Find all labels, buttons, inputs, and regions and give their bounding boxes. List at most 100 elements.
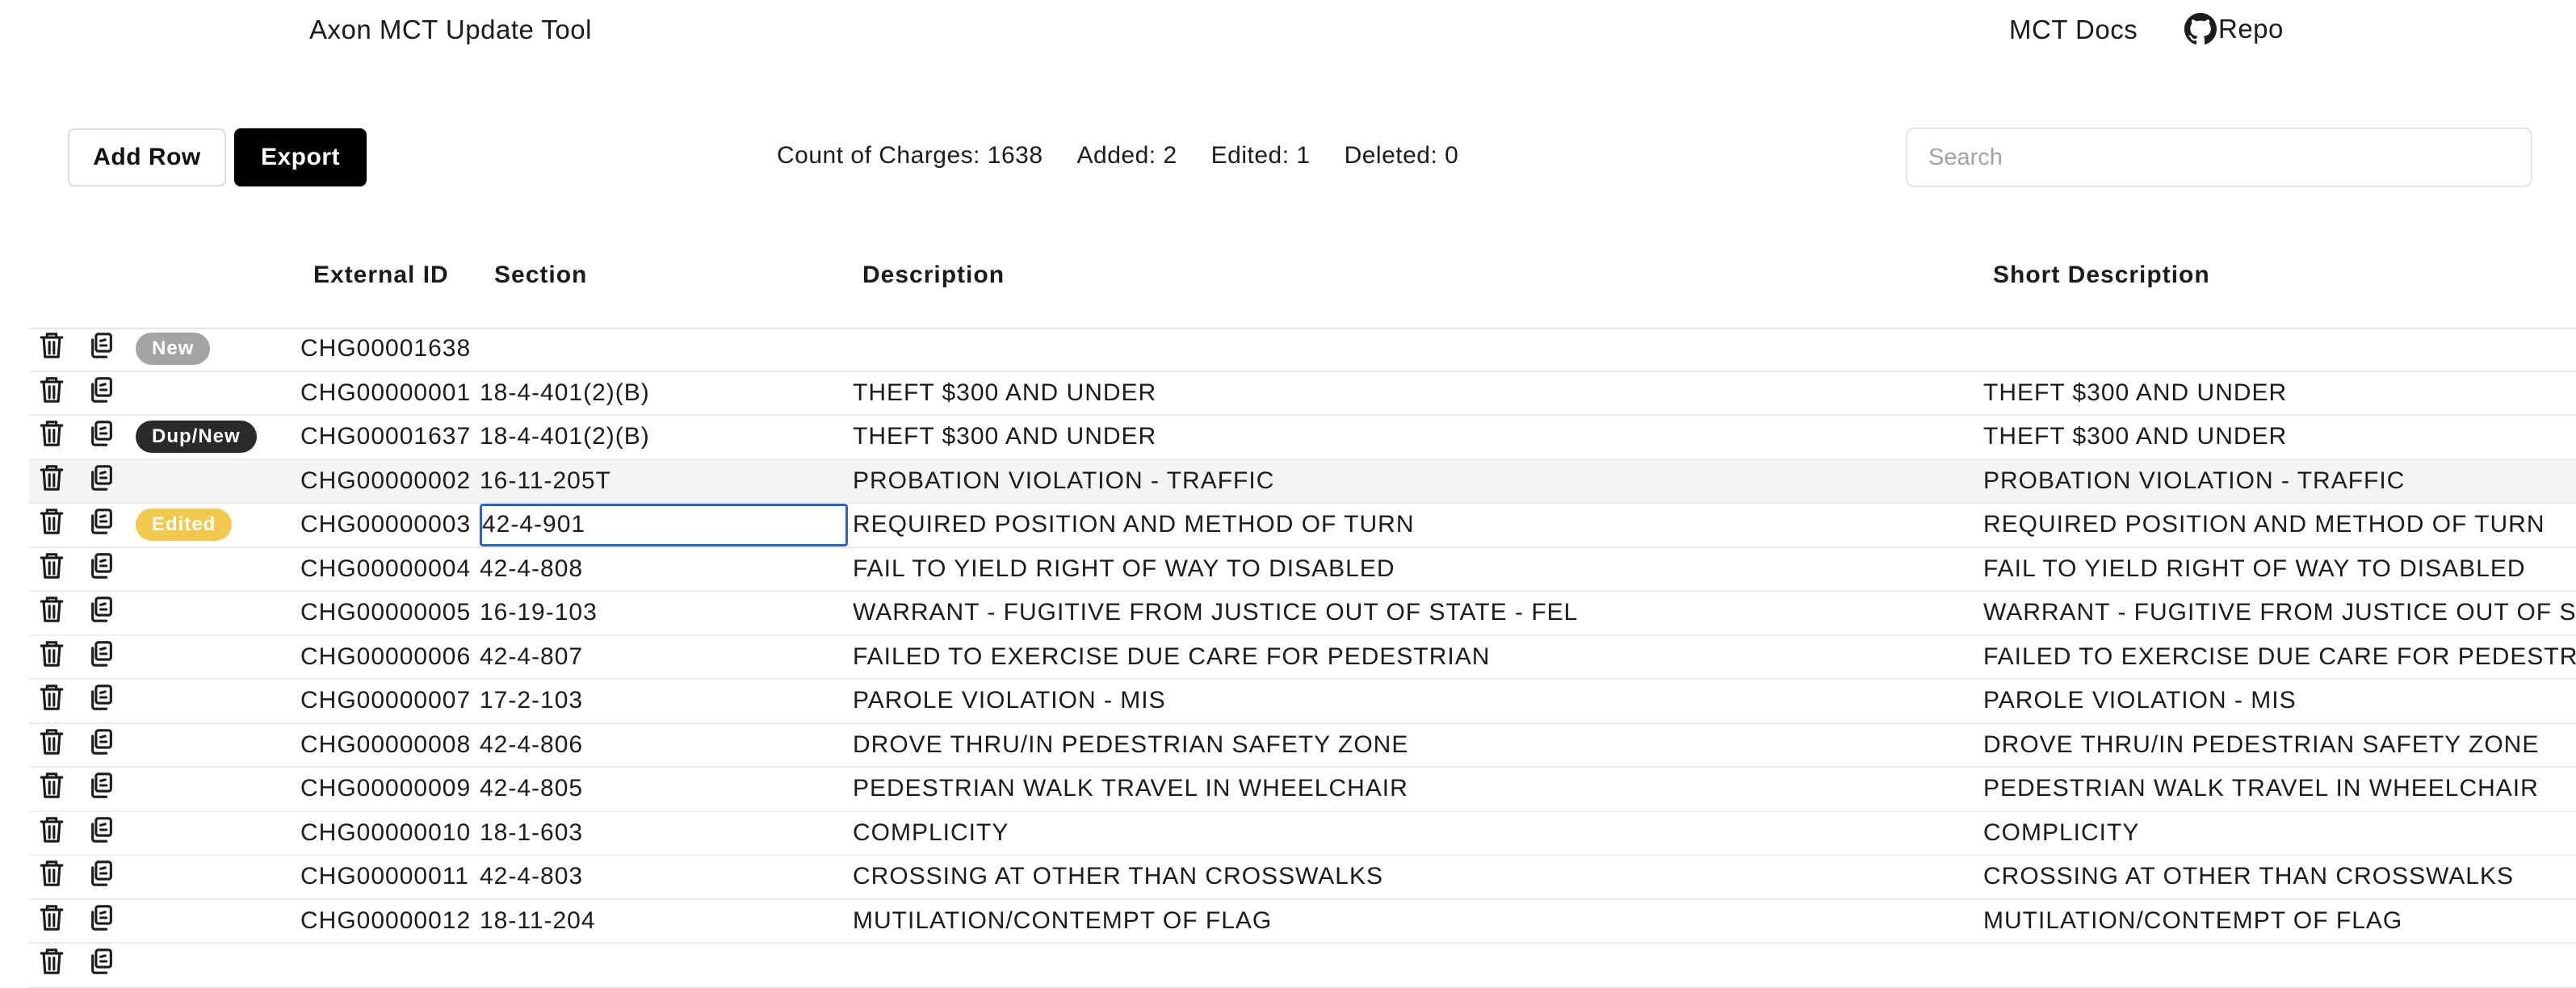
section-cell[interactable]: 42-4-808 — [480, 548, 848, 591]
add-row-button[interactable]: Add Row — [68, 128, 226, 186]
short-description-cell[interactable]: THEFT $300 AND UNDER — [1983, 416, 2287, 458]
section-cell[interactable] — [480, 328, 848, 370]
table-row[interactable]: New CHG00001638 — [29, 328, 2576, 372]
section-cell[interactable]: 17-2-103 — [480, 680, 848, 722]
export-button[interactable]: Export — [234, 128, 367, 186]
description-cell[interactable]: PEDESTRIAN WALK TRAVEL IN WHEELCHAIR — [853, 768, 1408, 810]
duplicate-row-button[interactable] — [86, 680, 118, 722]
section-cell[interactable]: 18-4-401(2)(B) — [480, 372, 848, 415]
external-id-cell[interactable]: CHG00000007 — [300, 680, 471, 722]
delete-row-button[interactable] — [36, 636, 68, 679]
external-id-cell[interactable]: CHG00000005 — [300, 592, 471, 634]
description-cell[interactable]: COMPLICITY — [853, 812, 1009, 855]
table-row[interactable]: Edited CHG00000003 42-4-901 REQUIRED POSITI… — [29, 504, 2576, 548]
short-description-cell[interactable]: COMPLICITY — [1983, 812, 2139, 855]
short-description-cell[interactable]: PROBATION VIOLATION - TRAFFIC — [1983, 460, 2405, 503]
duplicate-row-button[interactable] — [86, 768, 118, 810]
column-header-description[interactable]: Description — [862, 262, 1005, 289]
short-description-cell[interactable]: REQUIRED POSITION AND METHOD OF TURN — [1983, 504, 2545, 546]
section-cell[interactable]: 18-11-204 — [480, 900, 848, 943]
section-cell[interactable]: 42-4-803 — [480, 856, 848, 898]
external-id-cell[interactable]: CHG00000001 — [300, 372, 471, 415]
delete-row-button[interactable] — [36, 812, 68, 855]
delete-row-button[interactable] — [36, 416, 68, 458]
section-cell[interactable]: 42-4-807 — [480, 636, 848, 679]
short-description-cell[interactable]: FAILED TO EXERCISE DUE CARE FOR PEDESTRI… — [1983, 636, 2576, 679]
table-row[interactable]: CHG00000009 42-4-805 PEDESTRIAN WALK TRAVE… — [29, 768, 2576, 812]
table-row[interactable]: CHG00000008 42-4-806 DROVE THRU/IN PEDESTR… — [29, 724, 2576, 768]
section-cell[interactable]: 16-11-205T — [480, 460, 848, 503]
delete-row-button[interactable] — [36, 592, 68, 634]
short-description-cell[interactable]: PAROLE VIOLATION - MIS — [1983, 680, 2297, 722]
description-cell[interactable]: FAILED TO EXERCISE DUE CARE FOR PEDESTRI… — [853, 636, 1490, 679]
duplicate-row-button[interactable] — [86, 812, 118, 855]
description-cell[interactable]: PAROLE VIOLATION - MIS — [853, 680, 1166, 722]
duplicate-row-button[interactable] — [86, 636, 118, 679]
section-cell[interactable]: 42-4-901 — [480, 504, 848, 546]
external-id-cell[interactable]: CHG00001638 — [300, 328, 471, 370]
table-row[interactable]: CHG00000001 18-4-401(2)(B) THEFT $300 AND … — [29, 372, 2576, 416]
column-header-external-id[interactable]: External ID — [313, 262, 449, 289]
search-input[interactable] — [1906, 128, 2532, 187]
description-cell[interactable]: PROBATION VIOLATION - TRAFFIC — [853, 460, 1274, 503]
external-id-cell[interactable]: CHG00000002 — [300, 460, 471, 503]
section-cell[interactable]: 16-19-103 — [480, 592, 848, 634]
duplicate-row-button[interactable] — [86, 944, 118, 986]
description-cell[interactable]: MUTILATION/CONTEMPT OF FLAG — [853, 900, 1272, 943]
table-row[interactable]: CHG00000007 17-2-103 PAROLE VIOLATION - MI… — [29, 680, 2576, 724]
section-cell[interactable]: 42-4-806 — [480, 724, 848, 767]
table-row[interactable]: CHG00000006 42-4-807 FAILED TO EXERCISE DU… — [29, 636, 2576, 680]
table-row[interactable]: CHG00000002 16-11-205T PROBATION VIOLATION… — [29, 459, 2576, 504]
delete-row-button[interactable] — [36, 856, 68, 898]
column-header-section[interactable]: Section — [494, 262, 587, 289]
description-cell[interactable]: REQUIRED POSITION AND METHOD OF TURN — [853, 504, 1415, 546]
description-cell[interactable]: FAIL TO YIELD RIGHT OF WAY TO DISABLED — [853, 548, 1395, 591]
delete-row-button[interactable] — [36, 680, 68, 722]
duplicate-row-button[interactable] — [86, 724, 118, 767]
delete-row-button[interactable] — [36, 372, 68, 415]
description-cell[interactable]: THEFT $300 AND UNDER — [853, 416, 1156, 458]
column-header-short-description[interactable]: Short Description — [1993, 262, 2210, 289]
table-row[interactable]: CHG00000004 42-4-808 FAIL TO YIELD RIGHT O… — [29, 548, 2576, 592]
duplicate-row-button[interactable] — [86, 900, 118, 943]
table-row[interactable] — [29, 944, 2576, 988]
external-id-cell[interactable]: CHG00000011 — [300, 856, 469, 898]
table-row[interactable]: Dup/New CHG00001637 18-4-401(2)(B) THEFT $3… — [29, 416, 2576, 460]
table-row[interactable]: CHG00000011 42-4-803 CROSSING AT OTHER THA… — [29, 856, 2576, 900]
short-description-cell[interactable]: FAIL TO YIELD RIGHT OF WAY TO DISABLED — [1983, 548, 2526, 591]
duplicate-row-button[interactable] — [86, 548, 118, 591]
external-id-cell[interactable]: CHG00000004 — [300, 548, 471, 591]
duplicate-row-button[interactable] — [86, 592, 118, 634]
delete-row-button[interactable] — [36, 768, 68, 810]
external-id-cell[interactable]: CHG00000003 — [300, 504, 471, 546]
section-cell[interactable]: 18-1-603 — [480, 812, 848, 855]
external-id-cell[interactable]: CHG00001637 — [300, 416, 471, 458]
repo-link[interactable]: Repo — [2184, 13, 2284, 45]
delete-row-button[interactable] — [36, 328, 68, 370]
table-row[interactable]: CHG00000012 18-11-204 MUTILATION/CONTEMPT … — [29, 900, 2576, 944]
duplicate-row-button[interactable] — [86, 504, 118, 546]
table-row[interactable]: CHG00000010 18-1-603 COMPLICITY COMPLICITY — [29, 812, 2576, 856]
duplicate-row-button[interactable] — [86, 372, 118, 415]
external-id-cell[interactable]: CHG00000012 — [300, 900, 471, 943]
description-cell[interactable]: DROVE THRU/IN PEDESTRIAN SAFETY ZONE — [853, 724, 1408, 767]
duplicate-row-button[interactable] — [86, 856, 118, 898]
section-cell[interactable]: 42-4-805 — [480, 768, 848, 810]
table-row[interactable]: CHG00000005 16-19-103 WARRANT - FUGITIVE F… — [29, 592, 2576, 636]
short-description-cell[interactable]: CROSSING AT OTHER THAN CROSSWALKS — [1983, 856, 2514, 898]
external-id-cell[interactable]: CHG00000006 — [300, 636, 471, 679]
section-cell[interactable]: 18-4-401(2)(B) — [480, 416, 848, 458]
short-description-cell[interactable]: THEFT $300 AND UNDER — [1983, 372, 2287, 415]
short-description-cell[interactable]: PEDESTRIAN WALK TRAVEL IN WHEELCHAIR — [1983, 768, 2539, 810]
delete-row-button[interactable] — [36, 504, 68, 546]
section-cell[interactable] — [480, 944, 848, 986]
external-id-cell[interactable]: CHG00000008 — [300, 724, 471, 767]
duplicate-row-button[interactable] — [86, 460, 118, 503]
delete-row-button[interactable] — [36, 944, 68, 986]
description-cell[interactable]: WARRANT - FUGITIVE FROM JUSTICE OUT OF S… — [853, 592, 1578, 634]
short-description-cell[interactable]: DROVE THRU/IN PEDESTRIAN SAFETY ZONE — [1983, 724, 2539, 767]
description-cell[interactable]: CROSSING AT OTHER THAN CROSSWALKS — [853, 856, 1383, 898]
external-id-cell[interactable]: CHG00000010 — [300, 812, 471, 855]
delete-row-button[interactable] — [36, 460, 68, 503]
external-id-cell[interactable]: CHG00000009 — [300, 768, 471, 810]
